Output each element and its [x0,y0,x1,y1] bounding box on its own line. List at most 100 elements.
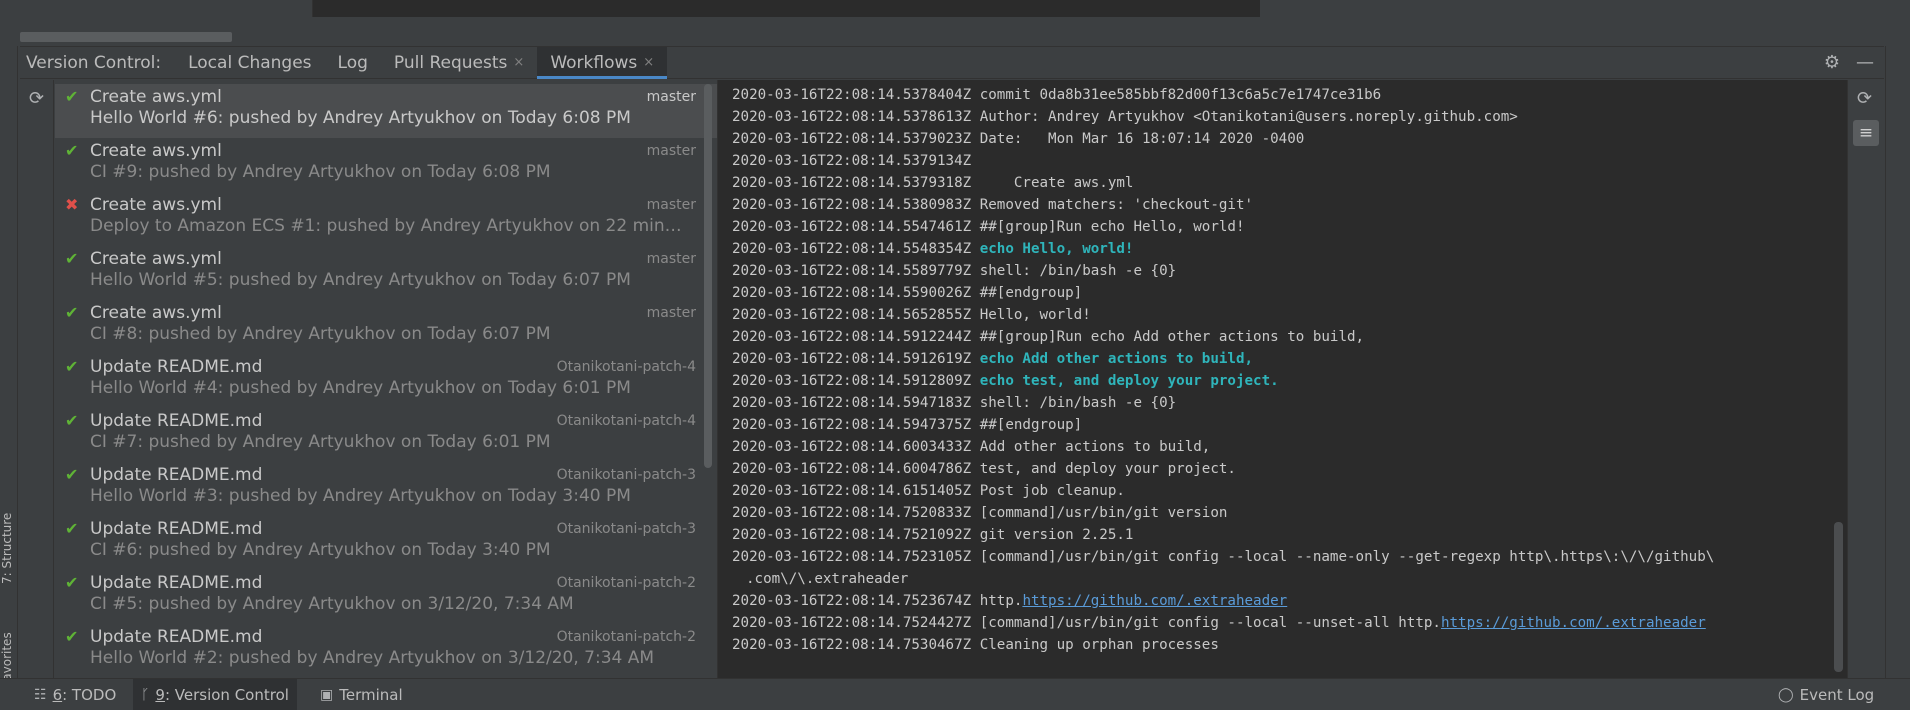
log-timestamp: 2020-03-16T22:08:14.6004786Z [732,461,972,477]
todo-label: 6: TODO [52,686,117,704]
close-icon[interactable]: × [513,55,524,70]
workflow-run-row[interactable]: ✔ Create aws.yml master CI #9: pushed by An… [55,138,724,192]
log-timestamp: 2020-03-16T22:08:14.7524427Z [732,615,972,631]
workflow-run-row[interactable]: ✔ Create aws.yml master CI #8: pushed by An… [55,300,724,354]
log-line: 2020-03-16T22:08:14.7520833Z [command]/u… [732,502,1832,524]
log-timestamp: 2020-03-16T22:08:14.5379318Z [732,175,972,191]
log-timestamp: 2020-03-16T22:08:14.5589779Z [732,263,972,279]
log-line: 2020-03-16T22:08:14.6151405Z Post job cl… [732,480,1832,502]
log-text: Add other actions to build, [979,439,1211,455]
refresh-icon[interactable]: ⟳ [29,88,44,109]
version-control-tool-button[interactable]: ᚴ 9: Version Control [133,679,297,710]
log-text: Hello, world! [979,307,1091,323]
workflow-run-row[interactable]: ✔ Create aws.yml master Hello World #6: pus… [55,84,724,138]
log-line: 2020-03-16T22:08:14.5379134Z [732,150,1832,172]
version-control-label: 9: Version Control [155,686,289,704]
workflow-run-title: Update README.md [90,465,263,485]
workflow-run-subtitle: Deploy to Amazon ECS #1: pushed by Andre… [90,216,690,236]
log-timestamp: 2020-03-16T22:08:14.5379134Z [732,153,972,169]
log-text: Create aws.yml [979,175,1134,191]
soft-wrap-icon[interactable]: ≡ [1853,120,1879,146]
log-line: 2020-03-16T22:08:14.5912809Z echo test, … [732,370,1832,392]
log-text: [command]/usr/bin/git config --local --u… [979,615,1441,631]
workflow-run-title: Update README.md [90,627,263,647]
refresh-log-icon[interactable]: ⟳ [1857,88,1872,109]
log-line: .com\/\.extraheader [732,568,1832,590]
workflow-run-title: Update README.md [90,411,263,431]
log-timestamp: 2020-03-16T22:08:14.7521092Z [732,527,972,543]
workflow-run-row[interactable]: ✖ Create aws.yml master Deploy to Amazon EC… [55,192,724,246]
workflow-run-row[interactable]: ✔ Update README.md Otanikotani-patch-2 Hell… [55,624,724,678]
tab-local-changes[interactable]: Local Changes [175,47,324,78]
workflow-run-subtitle: Hello World #4: pushed by Andrey Artyukh… [90,378,631,398]
log-timestamp: 2020-03-16T22:08:14.5548354Z [732,241,972,257]
workflow-run-branch: master [646,143,696,159]
close-icon[interactable]: × [643,55,654,70]
log-text: Author: Andrey Artyukhov <Otanikotani@us… [979,109,1518,125]
workflow-run-subtitle: Hello World #2: pushed by Andrey Artyukh… [90,648,655,668]
log-line: 2020-03-16T22:08:14.5947183Z shell: /bin… [732,392,1832,414]
terminal-tool-button[interactable]: ▣ Terminal [312,679,411,710]
log-text: shell: /bin/bash -e {0} [979,263,1177,279]
log-timestamp: 2020-03-16T22:08:14.7523674Z [732,593,972,609]
log-text: [command]/usr/bin/git config --local --n… [979,549,1715,565]
log-text: Cleaning up orphan processes [979,637,1219,653]
workflow-run-row[interactable]: ✔ Update README.md Otanikotani-patch-4 CI #… [55,408,724,462]
checkmark-icon: ✔ [65,465,79,484]
tab-log[interactable]: Log [325,47,381,78]
log-text: http. [979,593,1023,609]
log-timestamp: 2020-03-16T22:08:14.7530467Z [732,637,972,653]
workflow-run-subtitle: CI #9: pushed by Andrey Artyukhov on Tod… [90,162,551,182]
log-output: 2020-03-16T22:08:14.5378404Z commit 0da8… [732,84,1832,656]
workflow-run-subtitle: CI #7: pushed by Andrey Artyukhov on Tod… [90,432,551,452]
event-log-button[interactable]: ◯ Event Log [1770,679,1882,710]
workflow-run-row[interactable]: ✔ Update README.md Otanikotani-patch-3 CI #… [55,516,724,570]
tab-workflows[interactable]: Workflows × [537,47,668,79]
log-line: 2020-03-16T22:08:14.5548354Z echo Hello,… [732,238,1832,260]
checkmark-icon: ✔ [65,627,79,646]
log-timestamp: 2020-03-16T22:08:14.5590026Z [732,285,972,301]
log-timestamp: 2020-03-16T22:08:14.5547461Z [732,219,972,235]
log-timestamp: 2020-03-16T22:08:14.6151405Z [732,483,972,499]
log-timestamp: 2020-03-16T22:08:14.6003433Z [732,439,972,455]
workflow-run-subtitle: Hello World #6: pushed by Andrey Artyukh… [90,108,631,128]
log-line: 2020-03-16T22:08:14.7523105Z [command]/u… [732,546,1832,568]
event-log-label: Event Log [1799,686,1875,704]
list-scrollbar[interactable] [704,84,712,468]
log-toolbar: ⟳ ≡ [1847,80,1884,678]
editor-horizontal-scrollbar[interactable] [20,32,232,42]
workflow-run-subtitle: Hello World #5: pushed by Andrey Artyukh… [90,270,631,290]
log-text: ##[group]Run echo Add other actions to b… [979,329,1365,345]
log-line: 2020-03-16T22:08:14.5380983Z Removed mat… [732,194,1832,216]
structure-tool-tab[interactable]: 7: Structure [0,476,18,586]
log-text: test, and deploy your project. [979,461,1236,477]
gear-icon[interactable]: ⚙ [1824,52,1840,73]
log-timestamp: 2020-03-16T22:08:14.5912244Z [732,329,972,345]
tool-window-tabs: Local Changes Log Pull Requests × Workflows × [175,47,668,79]
tab-label: Workflows [550,52,638,73]
checkmark-icon: ✔ [65,519,79,538]
log-text: [command]/usr/bin/git version [979,505,1228,521]
log-text: echo Hello, world! [979,241,1134,257]
log-scrollbar[interactable] [1834,522,1843,672]
log-link[interactable]: https://github.com/.extraheader [1022,593,1287,609]
log-line: 2020-03-16T22:08:14.5378613Z Author: And… [732,106,1832,128]
log-line: 2020-03-16T22:08:14.5378404Z commit 0da8… [732,84,1832,106]
log-timestamp: 2020-03-16T22:08:14.5947375Z [732,417,972,433]
log-line: 2020-03-16T22:08:14.7521092Z git version… [732,524,1832,546]
workflow-run-row[interactable]: ✔ Update README.md Otanikotani-patch-3 Hell… [55,462,724,516]
workflow-run-branch: master [646,251,696,267]
log-link[interactable]: https://github.com/.extraheader [1441,615,1706,631]
log-line: 2020-03-16T22:08:14.5947375Z ##[endgroup… [732,414,1832,436]
workflow-run-row[interactable]: ✔ Update README.md Otanikotani-patch-2 CI #… [55,570,724,624]
workflow-run-row[interactable]: ✔ Update README.md Otanikotani-patch-4 Hell… [55,354,724,408]
tab-pull-requests[interactable]: Pull Requests × [381,47,537,78]
log-line: 2020-03-16T22:08:14.5589779Z shell: /bin… [732,260,1832,282]
log-timestamp: 2020-03-16T22:08:14.5912619Z [732,351,972,367]
tab-label: Log [337,52,368,73]
workflow-run-row[interactable]: ✔ Create aws.yml master Hello World #5: pus… [55,246,724,300]
todo-tool-button[interactable]: ☷ 6: TODO [26,679,124,710]
minimize-icon[interactable]: — [1856,52,1874,73]
workflow-log-panel: 2020-03-16T22:08:14.5378404Z commit 0da8… [717,80,1847,678]
workflow-run-branch: Otanikotani-patch-4 [556,359,696,375]
